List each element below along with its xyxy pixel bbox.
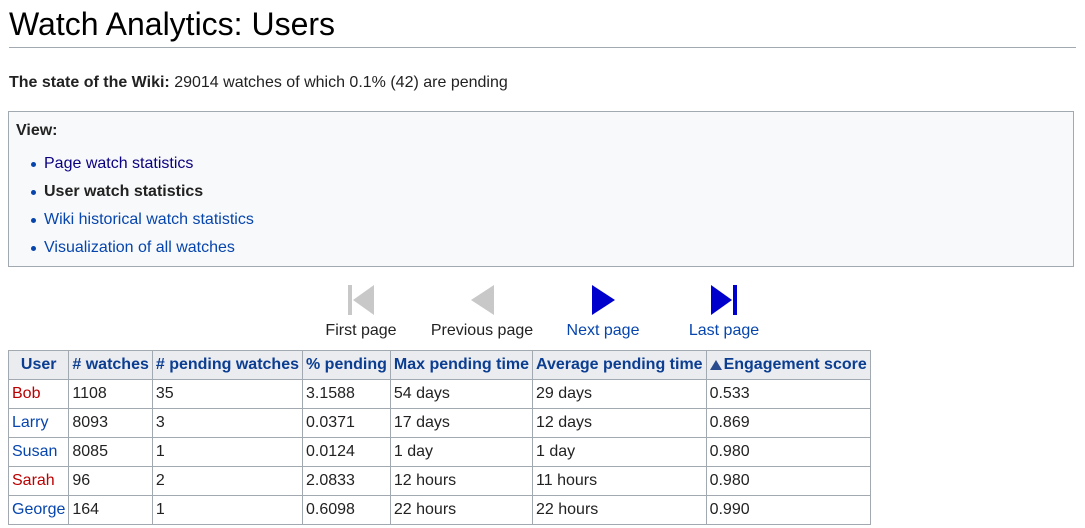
max-pending-time-cell: 17 days [389, 408, 534, 438]
column-header-engagement-score[interactable]: Engagement score [705, 350, 871, 380]
table-header-row: User # watches # pending watches % pendi… [7, 350, 871, 380]
percent-pending-cell: 2.0833 [302, 466, 391, 496]
user-link[interactable]: George [12, 501, 65, 518]
view-heading: View: [16, 122, 58, 139]
users-table: User # watches # pending watches % pendi… [7, 350, 871, 525]
pending-watches-cell: 1 [151, 437, 304, 467]
table-row: Susan 8085 1 0.0124 1 day 1 day 0.980 [7, 437, 871, 467]
wiki-state-text: 29014 watches of which 0.1% (42) are pen… [169, 74, 508, 91]
page-watch-statistics-link[interactable]: Page watch statistics [44, 155, 193, 172]
view-box: View: Page watch statistics User watch s… [8, 111, 1074, 267]
bullet-icon [31, 190, 36, 195]
next-page-label[interactable]: Next page [561, 321, 645, 341]
user-link[interactable]: Larry [12, 414, 48, 431]
table-row: Sarah 96 2 2.0833 12 hours 11 hours 0.98… [7, 466, 871, 496]
pending-watches-cell: 2 [151, 466, 304, 496]
average-pending-time-cell: 29 days [532, 379, 707, 409]
max-pending-time-cell: 54 days [389, 379, 534, 409]
watches-cell: 8085 [68, 437, 153, 467]
table-row: George 164 1 0.6098 22 hours 22 hours 0.… [7, 495, 871, 525]
view-item-user-watch-statistics: User watch statistics [29, 180, 254, 208]
pagination: First page Previous page Next page Last … [0, 283, 1085, 343]
bullet-icon [31, 218, 36, 223]
watches-cell: 8093 [68, 408, 153, 438]
skip-to-start-icon [348, 285, 374, 315]
last-page-label[interactable]: Last page [683, 321, 765, 341]
previous-page-button: Previous page [425, 283, 539, 341]
engagement-score-cell: 0.990 [705, 495, 871, 525]
table-row: Bob 1108 35 3.1588 54 days 29 days 0.533 [7, 379, 871, 409]
watches-cell: 164 [68, 495, 153, 525]
view-list: Page watch statistics User watch statist… [29, 152, 254, 264]
max-pending-time-cell: 12 hours [389, 466, 534, 496]
user-link[interactable]: Bob [12, 385, 40, 402]
previous-page-label: Previous page [430, 322, 534, 339]
first-page-button: First page [321, 283, 401, 341]
average-pending-time-cell: 11 hours [532, 466, 707, 496]
pending-watches-cell: 35 [151, 379, 304, 409]
column-header-user[interactable]: User [7, 350, 70, 380]
engagement-score-cell: 0.869 [705, 408, 871, 438]
percent-pending-cell: 3.1588 [302, 379, 391, 409]
engagement-score-cell: 0.980 [705, 437, 871, 467]
engagement-score-cell: 0.980 [705, 466, 871, 496]
title-divider [9, 47, 1076, 48]
engagement-score-label: Engagement score [723, 356, 867, 373]
percent-pending-cell: 0.0124 [302, 437, 391, 467]
user-link[interactable]: Susan [12, 443, 57, 460]
wiki-state-label: The state of the Wiki: [9, 74, 170, 91]
user-watch-statistics-current: User watch statistics [44, 183, 204, 200]
view-item-page-watch-statistics[interactable]: Page watch statistics [29, 152, 254, 180]
next-page-button[interactable]: Next page [561, 283, 645, 341]
visualization-of-all-watches-link[interactable]: Visualization of all watches [44, 239, 235, 256]
view-item-wiki-historical-watch-statistics[interactable]: Wiki historical watch statistics [29, 208, 254, 236]
last-page-button[interactable]: Last page [683, 283, 765, 341]
engagement-score-cell: 0.533 [705, 379, 871, 409]
watches-cell: 1108 [68, 379, 153, 409]
skip-to-end-icon[interactable] [709, 283, 739, 317]
play-right-icon[interactable] [588, 283, 618, 317]
average-pending-time-cell: 12 days [532, 408, 707, 438]
pending-watches-cell: 3 [151, 408, 304, 438]
page-title: Watch Analytics: Users [9, 6, 336, 42]
percent-pending-cell: 0.0371 [302, 408, 391, 438]
column-header-average-pending-time[interactable]: Average pending time [532, 350, 707, 380]
max-pending-time-cell: 22 hours [389, 495, 534, 525]
view-item-visualization-of-all-watches[interactable]: Visualization of all watches [29, 236, 254, 264]
column-header-percent-pending[interactable]: % pending [302, 350, 391, 380]
column-header-max-pending-time[interactable]: Max pending time [389, 350, 534, 380]
first-page-label: First page [325, 322, 397, 339]
bullet-icon [31, 246, 36, 251]
bullet-icon [31, 162, 36, 167]
column-header-watches[interactable]: # watches [68, 350, 153, 380]
play-left-icon [471, 285, 494, 315]
sort-ascending-icon [709, 360, 722, 370]
percent-pending-cell: 0.6098 [302, 495, 391, 525]
user-link[interactable]: Sarah [12, 472, 55, 489]
average-pending-time-cell: 22 hours [532, 495, 707, 525]
max-pending-time-cell: 1 day [389, 437, 534, 467]
wiki-state-summary: The state of the Wiki: 29014 watches of … [9, 73, 508, 93]
watches-cell: 96 [68, 466, 153, 496]
wiki-historical-watch-statistics-link[interactable]: Wiki historical watch statistics [44, 211, 254, 228]
page: Watch Analytics: Users The state of the … [0, 0, 1085, 528]
column-header-pending-watches[interactable]: # pending watches [151, 350, 304, 380]
average-pending-time-cell: 1 day [532, 437, 707, 467]
pending-watches-cell: 1 [151, 495, 304, 525]
table-row: Larry 8093 3 0.0371 17 days 12 days 0.86… [7, 408, 871, 438]
